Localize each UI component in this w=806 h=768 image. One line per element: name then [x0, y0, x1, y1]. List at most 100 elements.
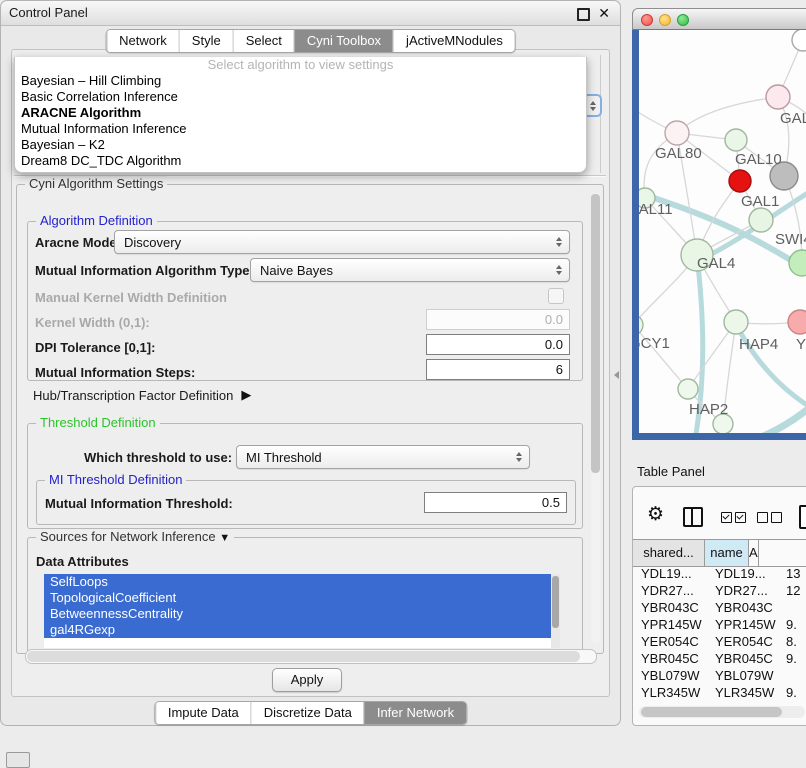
label-hap2: HAP2 [689, 401, 728, 418]
node-red[interactable] [729, 170, 751, 192]
deselect-all-checks-icon[interactable] [757, 512, 782, 523]
mi-threshold-field[interactable] [424, 492, 567, 513]
node-hap4[interactable] [724, 310, 748, 334]
cell-shared-name: YBR043C [641, 599, 707, 616]
settings-vertical-scrollbar[interactable] [591, 193, 600, 643]
table-row[interactable]: YER054C YER054C 8. [633, 633, 806, 650]
manual-kernel-checkbox[interactable] [548, 288, 564, 304]
node-salmon[interactable] [788, 310, 806, 334]
node-gcy1[interactable] [639, 315, 643, 335]
sources-group: Sources for Network Inference ▼ Data Att… [27, 537, 583, 653]
zoom-traffic-light-icon[interactable] [677, 14, 689, 26]
node-gal80[interactable] [665, 121, 689, 145]
table-header: shared... name A [633, 539, 806, 567]
table-horizontal-scrollbar[interactable] [639, 706, 805, 718]
tab[interactable]: Cyni Toolbox [294, 30, 393, 52]
dropdown-items: Bayesian – Hill Climbing Basic Correlati… [15, 73, 586, 169]
mi-steps-field[interactable] [426, 359, 570, 380]
attribute-item[interactable]: TopologicalCoefficient [44, 590, 560, 606]
tab-label: Infer Network [377, 702, 454, 724]
tab[interactable]: Infer Network [364, 702, 466, 724]
tab[interactable]: Style [179, 30, 233, 52]
cell-name: YDL19... [715, 565, 781, 582]
attribute-item[interactable]: gal4RGexp [44, 622, 560, 638]
dropdown-item[interactable]: Bayesian – K2 [15, 137, 586, 153]
table-rows: YDL19... YDL19... 13 YDR27... YDR27... 1… [633, 565, 806, 703]
hub-definition-toggle[interactable]: Hub/Transcription Factor Definition ▶ [33, 387, 251, 403]
threshold-definition-group: Threshold Definition Which threshold to … [27, 423, 583, 529]
column-header[interactable]: A [749, 540, 759, 566]
columns-icon[interactable] [683, 507, 703, 527]
splitter-collapse-icon[interactable] [614, 371, 619, 379]
dropdown-item[interactable]: Bayesian – Hill Climbing [15, 73, 586, 89]
cell-value: 13 [786, 565, 806, 582]
select-all-checks-icon[interactable] [721, 512, 746, 523]
dropdown-item[interactable]: ARACNE Algorithm [15, 105, 586, 121]
cell-value: 9. [786, 616, 806, 633]
settings-group-title: Cyni Algorithm Settings [25, 176, 167, 192]
dropdown-prompt: Select algorithm to view settings [15, 57, 586, 73]
cell-name: YBR043C [715, 599, 781, 616]
aracne-mode-select[interactable]: Discovery [114, 230, 570, 254]
tab[interactable]: Impute Data [155, 702, 251, 724]
column-header[interactable]: name [705, 540, 749, 566]
node-swi4[interactable] [789, 250, 806, 276]
mi-type-select[interactable]: Naive Bayes [250, 258, 570, 282]
attribute-item[interactable]: BetweennessCentrality [44, 606, 560, 622]
column-header[interactable]: shared... [633, 540, 705, 566]
tab-label: jActiveMNodules [406, 30, 503, 52]
dropdown-item[interactable]: Basic Correlation Inference [15, 89, 586, 105]
cell-name: YBL079W [715, 667, 781, 684]
cell-name: YBR045C [715, 650, 781, 667]
table-row[interactable]: YBR045C YBR045C 9. [633, 650, 806, 667]
table-row[interactable]: YPR145W YPR145W 9. [633, 616, 806, 633]
settings-horizontal-scrollbar[interactable] [25, 649, 597, 664]
tab[interactable]: Select [233, 30, 294, 52]
node-gal-partial[interactable] [766, 85, 790, 109]
table-row[interactable]: YDL19... YDL19... 13 [633, 565, 806, 582]
network-window: GAL GAL80 GAL10 GAL11 GAL1 SWI4 GAL4 GCY… [632, 8, 806, 440]
cell-value: 8. [786, 633, 806, 650]
apply-button[interactable]: Apply [272, 668, 342, 692]
table-row[interactable]: YBL079W YBL079W [633, 667, 806, 684]
attr-list-scrollbar-thumb[interactable] [552, 576, 559, 628]
node-hap2[interactable] [678, 379, 698, 399]
node-partial-top[interactable] [792, 30, 806, 51]
scrollbar-thumb[interactable] [641, 707, 782, 717]
kernel-width-field[interactable] [426, 309, 570, 330]
minimize-traffic-light-icon[interactable] [659, 14, 671, 26]
cyni-algorithm-settings-group: Cyni Algorithm Settings Algorithm Defini… [16, 184, 604, 654]
gear-icon[interactable]: ⚙ [647, 505, 664, 525]
float-window-icon[interactable] [577, 8, 590, 21]
collapse-arrow-icon[interactable]: ▼ [219, 532, 230, 544]
cell-shared-name: YIL052C [641, 701, 707, 703]
document-icon[interactable] [799, 505, 806, 529]
dropdown-item[interactable]: Dream8 DC_TDC Algorithm [15, 153, 586, 169]
close-icon[interactable]: ✕ [598, 1, 610, 25]
cell-name: YER054C [715, 633, 781, 650]
attribute-item[interactable]: SelfLoops [44, 574, 560, 590]
label-y-partial: Y [796, 336, 806, 353]
node-gal10[interactable] [725, 129, 747, 151]
data-attributes-list[interactable]: SelfLoops TopologicalCoefficient Between… [44, 574, 560, 648]
dropdown-item[interactable]: Mutual Information Inference [15, 121, 586, 137]
mi-threshold-group: MI Threshold Definition Mutual Informati… [36, 480, 576, 525]
table-row[interactable]: YBR043C YBR043C [633, 599, 806, 616]
tab[interactable]: jActiveMNodules [393, 30, 515, 52]
tab[interactable]: Discretize Data [251, 702, 364, 724]
network-canvas[interactable]: GAL GAL80 GAL10 GAL11 GAL1 SWI4 GAL4 GCY… [639, 30, 806, 433]
close-traffic-light-icon[interactable] [641, 14, 653, 26]
dpi-tolerance-field[interactable] [426, 334, 570, 355]
table-row[interactable]: YLR345W YLR345W 9. [633, 684, 806, 701]
scrollbar-thumb[interactable] [27, 651, 580, 662]
tab[interactable]: Network [106, 30, 179, 52]
table-row[interactable]: YIL052C YIL052C 9 [633, 701, 806, 703]
node-gal1[interactable] [749, 208, 773, 232]
kernel-width-label: Kernel Width (0,1): [35, 315, 150, 330]
scrollbar-thumb[interactable] [591, 194, 600, 473]
table-row[interactable]: YDR27... YDR27... 12 [633, 582, 806, 599]
which-threshold-select[interactable]: MI Threshold [236, 445, 530, 469]
collapsed-panel-button[interactable] [6, 752, 30, 768]
cell-shared-name: YBR045C [641, 650, 707, 667]
hub-definition-label: Hub/Transcription Factor Definition [33, 388, 233, 403]
